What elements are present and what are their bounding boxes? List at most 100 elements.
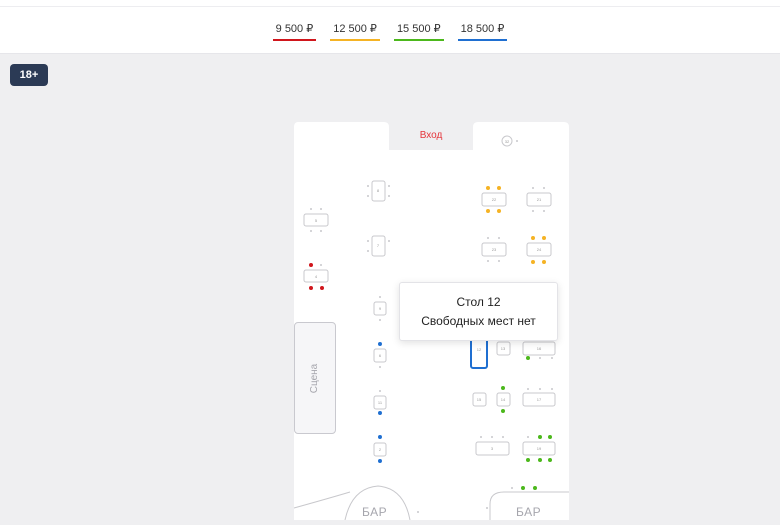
seat-12500 bbox=[497, 186, 501, 190]
seat-15500 bbox=[538, 435, 542, 439]
table-11[interactable]: 11 bbox=[373, 395, 387, 410]
seat-free bbox=[417, 511, 419, 513]
table-8[interactable]: 8 bbox=[371, 180, 386, 202]
table-number: 15 bbox=[477, 397, 482, 402]
seat-15500 bbox=[533, 486, 537, 490]
seat-15500 bbox=[548, 458, 552, 462]
stage: Сцена bbox=[294, 322, 336, 434]
seat-free bbox=[551, 388, 553, 390]
table-4[interactable]: 4 bbox=[303, 269, 329, 283]
seat-free bbox=[379, 366, 381, 368]
seat-12500 bbox=[542, 260, 546, 264]
seat-free bbox=[310, 230, 312, 232]
seat-free bbox=[539, 357, 541, 359]
seat-free bbox=[487, 237, 489, 239]
seat-15500 bbox=[548, 435, 552, 439]
table-23[interactable]: 23 bbox=[481, 242, 507, 257]
table-21[interactable]: 21 bbox=[526, 192, 552, 207]
seat-free bbox=[367, 250, 369, 252]
seat-free bbox=[543, 210, 545, 212]
table-3[interactable]: 3 bbox=[475, 441, 510, 456]
table-number: 24 bbox=[537, 247, 542, 252]
seat-free bbox=[486, 507, 488, 509]
table-tooltip: Стол 12 Свободных мест нет bbox=[399, 282, 558, 341]
seat-free bbox=[388, 240, 390, 242]
seat-free bbox=[367, 185, 369, 187]
tooltip-subtitle: Свободных мест нет bbox=[421, 314, 536, 328]
seat-free bbox=[527, 388, 529, 390]
seat-12500 bbox=[486, 186, 490, 190]
table-number: 32 bbox=[505, 139, 510, 144]
seat-free bbox=[527, 436, 529, 438]
seat-free bbox=[487, 260, 489, 262]
tooltip-title: Стол 12 bbox=[456, 295, 501, 309]
seat-free bbox=[367, 240, 369, 242]
table-15[interactable]: 15 bbox=[472, 392, 487, 407]
table-14[interactable]: 14 bbox=[496, 392, 511, 407]
table-17[interactable]: 17 bbox=[522, 392, 556, 407]
table-number: 12 bbox=[477, 347, 482, 352]
table-32[interactable]: 32 bbox=[501, 135, 513, 147]
bar-right-label: БАР bbox=[516, 505, 542, 519]
table-19[interactable]: 19 bbox=[522, 441, 556, 456]
seat-12500 bbox=[531, 260, 535, 264]
table-16[interactable]: 16 bbox=[522, 341, 556, 356]
table-7[interactable]: 7 bbox=[371, 235, 386, 257]
seat-18500 bbox=[378, 459, 382, 463]
seat-free bbox=[539, 388, 541, 390]
seat-15500 bbox=[521, 486, 525, 490]
seat-free bbox=[320, 264, 322, 266]
bar-left-label: БАР bbox=[362, 505, 388, 519]
table-5[interactable]: 5 bbox=[303, 213, 329, 227]
seat-free bbox=[379, 319, 381, 321]
table-number: 13 bbox=[501, 346, 506, 351]
stage-label: Сцена bbox=[309, 363, 321, 393]
seat-free bbox=[511, 487, 513, 489]
table-number: 16 bbox=[537, 346, 542, 351]
seat-15500 bbox=[501, 386, 505, 390]
seat-free bbox=[310, 208, 312, 210]
table-2[interactable]: 2 bbox=[373, 442, 387, 457]
seat-free bbox=[498, 237, 500, 239]
entrance-label: Вход bbox=[419, 130, 443, 141]
seat-12500 bbox=[497, 209, 501, 213]
table-6[interactable]: 6 bbox=[373, 348, 387, 363]
table-13[interactable]: 13 bbox=[496, 341, 511, 356]
seat-12500 bbox=[486, 209, 490, 213]
table-number: 23 bbox=[492, 247, 497, 252]
table-number: 21 bbox=[537, 197, 542, 202]
seat-9500 bbox=[309, 286, 313, 290]
seat-free bbox=[543, 187, 545, 189]
seat-15500 bbox=[526, 356, 530, 360]
table-number: 19 bbox=[537, 446, 542, 451]
seat-free bbox=[480, 436, 482, 438]
seat-18500 bbox=[378, 342, 382, 346]
seat-12500 bbox=[542, 236, 546, 240]
seat-12500 bbox=[531, 236, 535, 240]
hall-plan: 32 8 7 5 4 22 21 23 24 9 6 12 13 16 11 1… bbox=[293, 122, 569, 521]
seat-free bbox=[532, 210, 534, 212]
seat-free bbox=[551, 357, 553, 359]
table-24[interactable]: 24 bbox=[526, 242, 552, 257]
seat-free bbox=[388, 185, 390, 187]
seat-free bbox=[379, 296, 381, 298]
seat-free bbox=[502, 436, 504, 438]
hall-map: 32 8 7 5 4 22 21 23 24 9 6 12 13 16 11 1… bbox=[0, 0, 780, 521]
table-9[interactable]: 9 bbox=[373, 301, 387, 316]
seat-18500 bbox=[378, 411, 382, 415]
seat-free bbox=[532, 187, 534, 189]
seat-free bbox=[491, 436, 493, 438]
seat-15500 bbox=[501, 409, 505, 413]
seat-18500 bbox=[378, 435, 382, 439]
table-22[interactable]: 22 bbox=[481, 192, 507, 207]
table-number: 14 bbox=[501, 397, 506, 402]
seat-free bbox=[379, 390, 381, 392]
seat-free bbox=[388, 195, 390, 197]
seat-9500 bbox=[309, 263, 313, 267]
seat-15500 bbox=[526, 458, 530, 462]
seat-free bbox=[516, 140, 518, 142]
seat-free bbox=[320, 230, 322, 232]
seat-free bbox=[320, 208, 322, 210]
table-number: 22 bbox=[492, 197, 497, 202]
seat-9500 bbox=[320, 286, 324, 290]
